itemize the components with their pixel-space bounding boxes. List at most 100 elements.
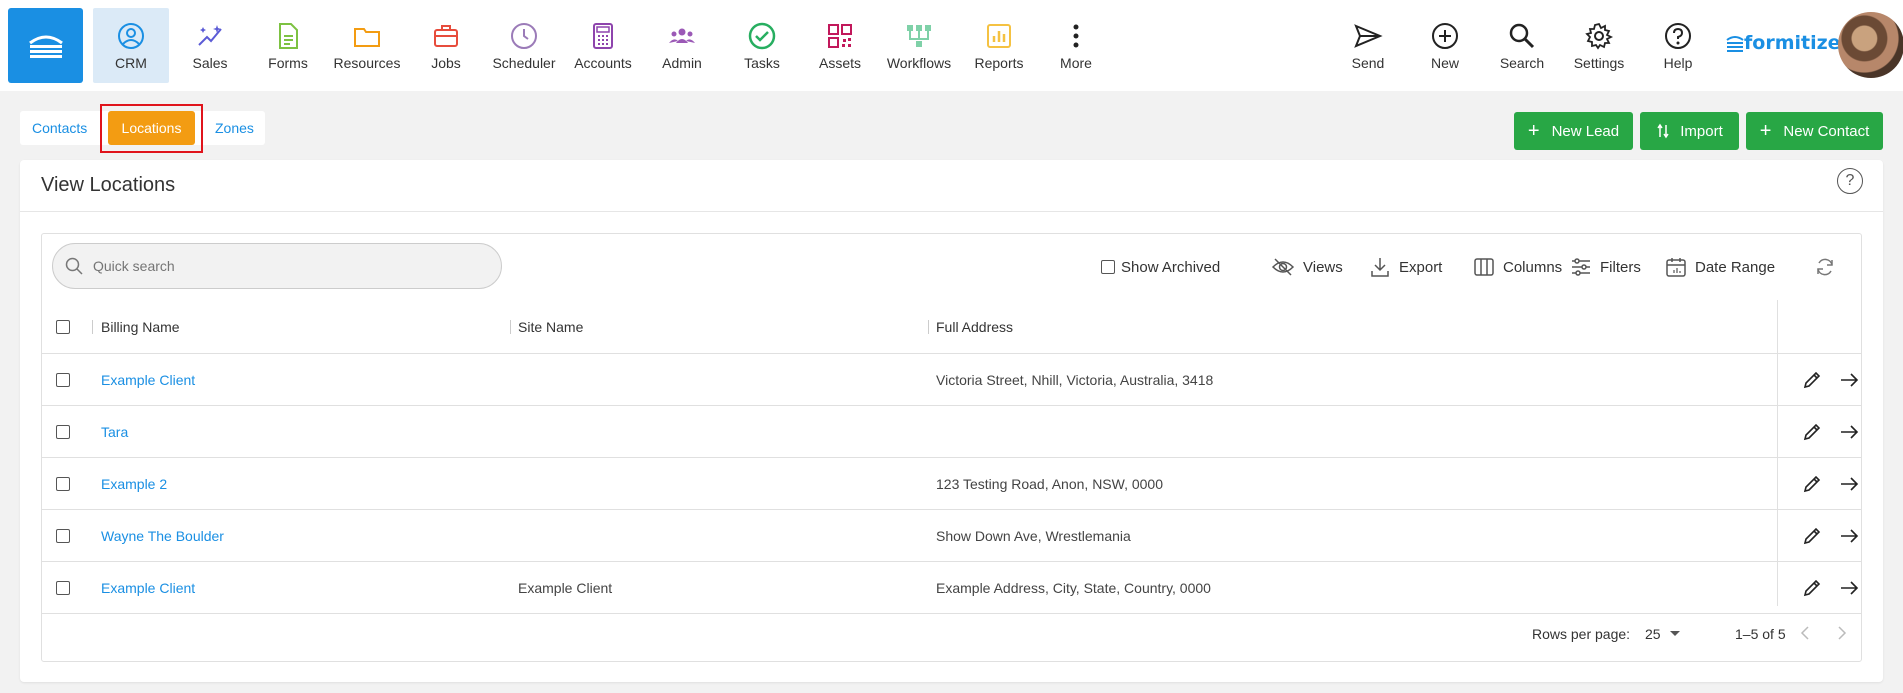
table-row[interactable]: Wayne The Boulder Show Down Ave, Wrestle…: [42, 510, 1861, 562]
tab-zones[interactable]: Zones: [203, 111, 266, 145]
edit-pencil-icon[interactable]: [1799, 419, 1825, 445]
views-button[interactable]: Views: [1271, 254, 1343, 280]
next-page-button[interactable]: [1836, 625, 1848, 644]
nav-reports[interactable]: Reports: [961, 8, 1037, 83]
table-row[interactable]: Tara: [42, 406, 1861, 458]
nav-resources[interactable]: Resources: [329, 8, 405, 83]
nav-label: Send: [1351, 55, 1385, 71]
nav-send[interactable]: Send: [1330, 8, 1406, 83]
arrow-right-icon[interactable]: [1836, 575, 1862, 601]
arrow-right-icon[interactable]: [1836, 523, 1862, 549]
check-circle-icon: [748, 22, 776, 50]
import-arrows-icon: [1657, 123, 1669, 139]
bar-chart-icon: [987, 24, 1011, 48]
brand-logo: formitize: [1726, 32, 1841, 54]
date-range-button[interactable]: Date Range: [1665, 254, 1775, 280]
columns-button[interactable]: Columns: [1473, 254, 1562, 280]
row-checkbox[interactable]: [56, 425, 70, 439]
row-checkbox[interactable]: [56, 529, 70, 543]
nav-sales[interactable]: Sales: [172, 8, 248, 83]
arrow-right-icon[interactable]: [1836, 367, 1862, 393]
show-archived-toggle[interactable]: Show Archived: [1101, 254, 1220, 280]
user-avatar[interactable]: [1838, 12, 1903, 78]
new-lead-button[interactable]: + New Lead: [1514, 112, 1633, 150]
table-row[interactable]: Example 2 123 Testing Road, Anon, NSW, 0…: [42, 458, 1861, 510]
column-separator: [928, 320, 929, 334]
row-select-cell: [56, 354, 70, 406]
row-checkbox[interactable]: [56, 477, 70, 491]
gear-icon: [1585, 22, 1614, 50]
card-header: View Locations ?: [20, 160, 1883, 212]
chevron-left-icon: [1800, 626, 1809, 640]
full-address-header-label: Full Address: [936, 319, 1014, 335]
billing-name-link[interactable]: Wayne The Boulder: [101, 510, 224, 562]
nav-label: Assets: [818, 55, 861, 71]
arrow-right-icon[interactable]: [1836, 419, 1862, 445]
billing-name-link[interactable]: Tara: [101, 406, 128, 458]
search-icon: [65, 257, 83, 275]
prev-page-button[interactable]: [1799, 625, 1811, 644]
locations-table-panel: Show Archived Views Export Columns Filte…: [41, 233, 1862, 662]
document-icon: [279, 23, 298, 49]
nav-admin[interactable]: Admin: [644, 8, 720, 83]
tab-zones-label: Zones: [215, 120, 254, 136]
plus-icon: +: [1527, 120, 1540, 142]
arrow-right-icon[interactable]: [1836, 471, 1862, 497]
search-icon: [1509, 23, 1535, 49]
edit-pencil-icon[interactable]: [1799, 575, 1825, 601]
tab-locations[interactable]: Locations: [108, 111, 195, 145]
table-toolbar: Show Archived Views Export Columns Filte…: [42, 234, 1861, 300]
nav-jobs[interactable]: Jobs: [408, 8, 484, 83]
edit-pencil-icon[interactable]: [1799, 523, 1825, 549]
users-icon: [669, 28, 695, 43]
nav-help[interactable]: Help: [1640, 8, 1716, 83]
nav-more[interactable]: More: [1038, 8, 1114, 83]
select-all-checkbox[interactable]: [56, 320, 70, 334]
nav-forms[interactable]: Forms: [250, 8, 326, 83]
nav-workflows[interactable]: Workflows: [881, 8, 957, 83]
billing-name-link[interactable]: Example 2: [101, 458, 167, 510]
export-button[interactable]: Export: [1369, 254, 1442, 280]
column-header-full-address[interactable]: Full Address: [936, 300, 1013, 354]
tab-contacts-label: Contacts: [32, 120, 88, 136]
date-range-label: Date Range: [1695, 258, 1776, 276]
nav-label: Settings: [1573, 55, 1625, 71]
refresh-button[interactable]: [1814, 254, 1844, 280]
nav-tasks[interactable]: Tasks: [724, 8, 800, 83]
show-archived-checkbox[interactable]: [1101, 260, 1115, 274]
nav-accounts[interactable]: Accounts: [565, 8, 641, 83]
edit-pencil-icon[interactable]: [1799, 471, 1825, 497]
home-logo-button[interactable]: [8, 8, 83, 83]
row-checkbox[interactable]: [56, 373, 70, 387]
plus-circle-icon: [1432, 23, 1458, 49]
new-contact-button[interactable]: + New Contact: [1746, 112, 1883, 150]
full-address-cell: 123 Testing Road, Anon, NSW, 0000: [936, 476, 1164, 492]
quick-search-input[interactable]: [93, 258, 453, 274]
edit-pencil-icon[interactable]: [1799, 367, 1825, 393]
nav-assets[interactable]: Assets: [802, 8, 878, 83]
billing-name-link[interactable]: Example Client: [101, 354, 195, 406]
nav-label: Resources: [333, 55, 401, 71]
table-row[interactable]: Example Client Victoria Street, Nhill, V…: [42, 354, 1861, 406]
import-label: Import: [1680, 122, 1723, 140]
column-header-billing-name[interactable]: Billing Name: [101, 300, 180, 354]
nav-crm[interactable]: CRM: [93, 8, 169, 83]
nav-label: Reports: [974, 55, 1024, 71]
help-icon[interactable]: ?: [1837, 168, 1863, 194]
filters-button[interactable]: Filters: [1570, 254, 1641, 280]
pagination-range: 1–5 of 5: [1735, 626, 1786, 642]
column-separator: [92, 320, 93, 334]
nav-scheduler[interactable]: Scheduler: [486, 8, 562, 83]
import-button[interactable]: Import: [1640, 112, 1739, 150]
tab-contacts[interactable]: Contacts: [20, 111, 99, 145]
eye-off-icon: [1271, 258, 1295, 276]
row-checkbox[interactable]: [56, 581, 70, 595]
nav-settings[interactable]: Settings: [1561, 8, 1637, 83]
nav-new[interactable]: New: [1407, 8, 1483, 83]
quick-search-box[interactable]: [52, 243, 502, 289]
column-header-site-name[interactable]: Site Name: [518, 300, 583, 354]
sliders-icon: [1572, 258, 1590, 276]
nav-search[interactable]: Search: [1484, 8, 1560, 83]
rows-per-page-select[interactable]: 25: [1645, 626, 1681, 642]
brand-mark-icon: [1726, 36, 1744, 52]
